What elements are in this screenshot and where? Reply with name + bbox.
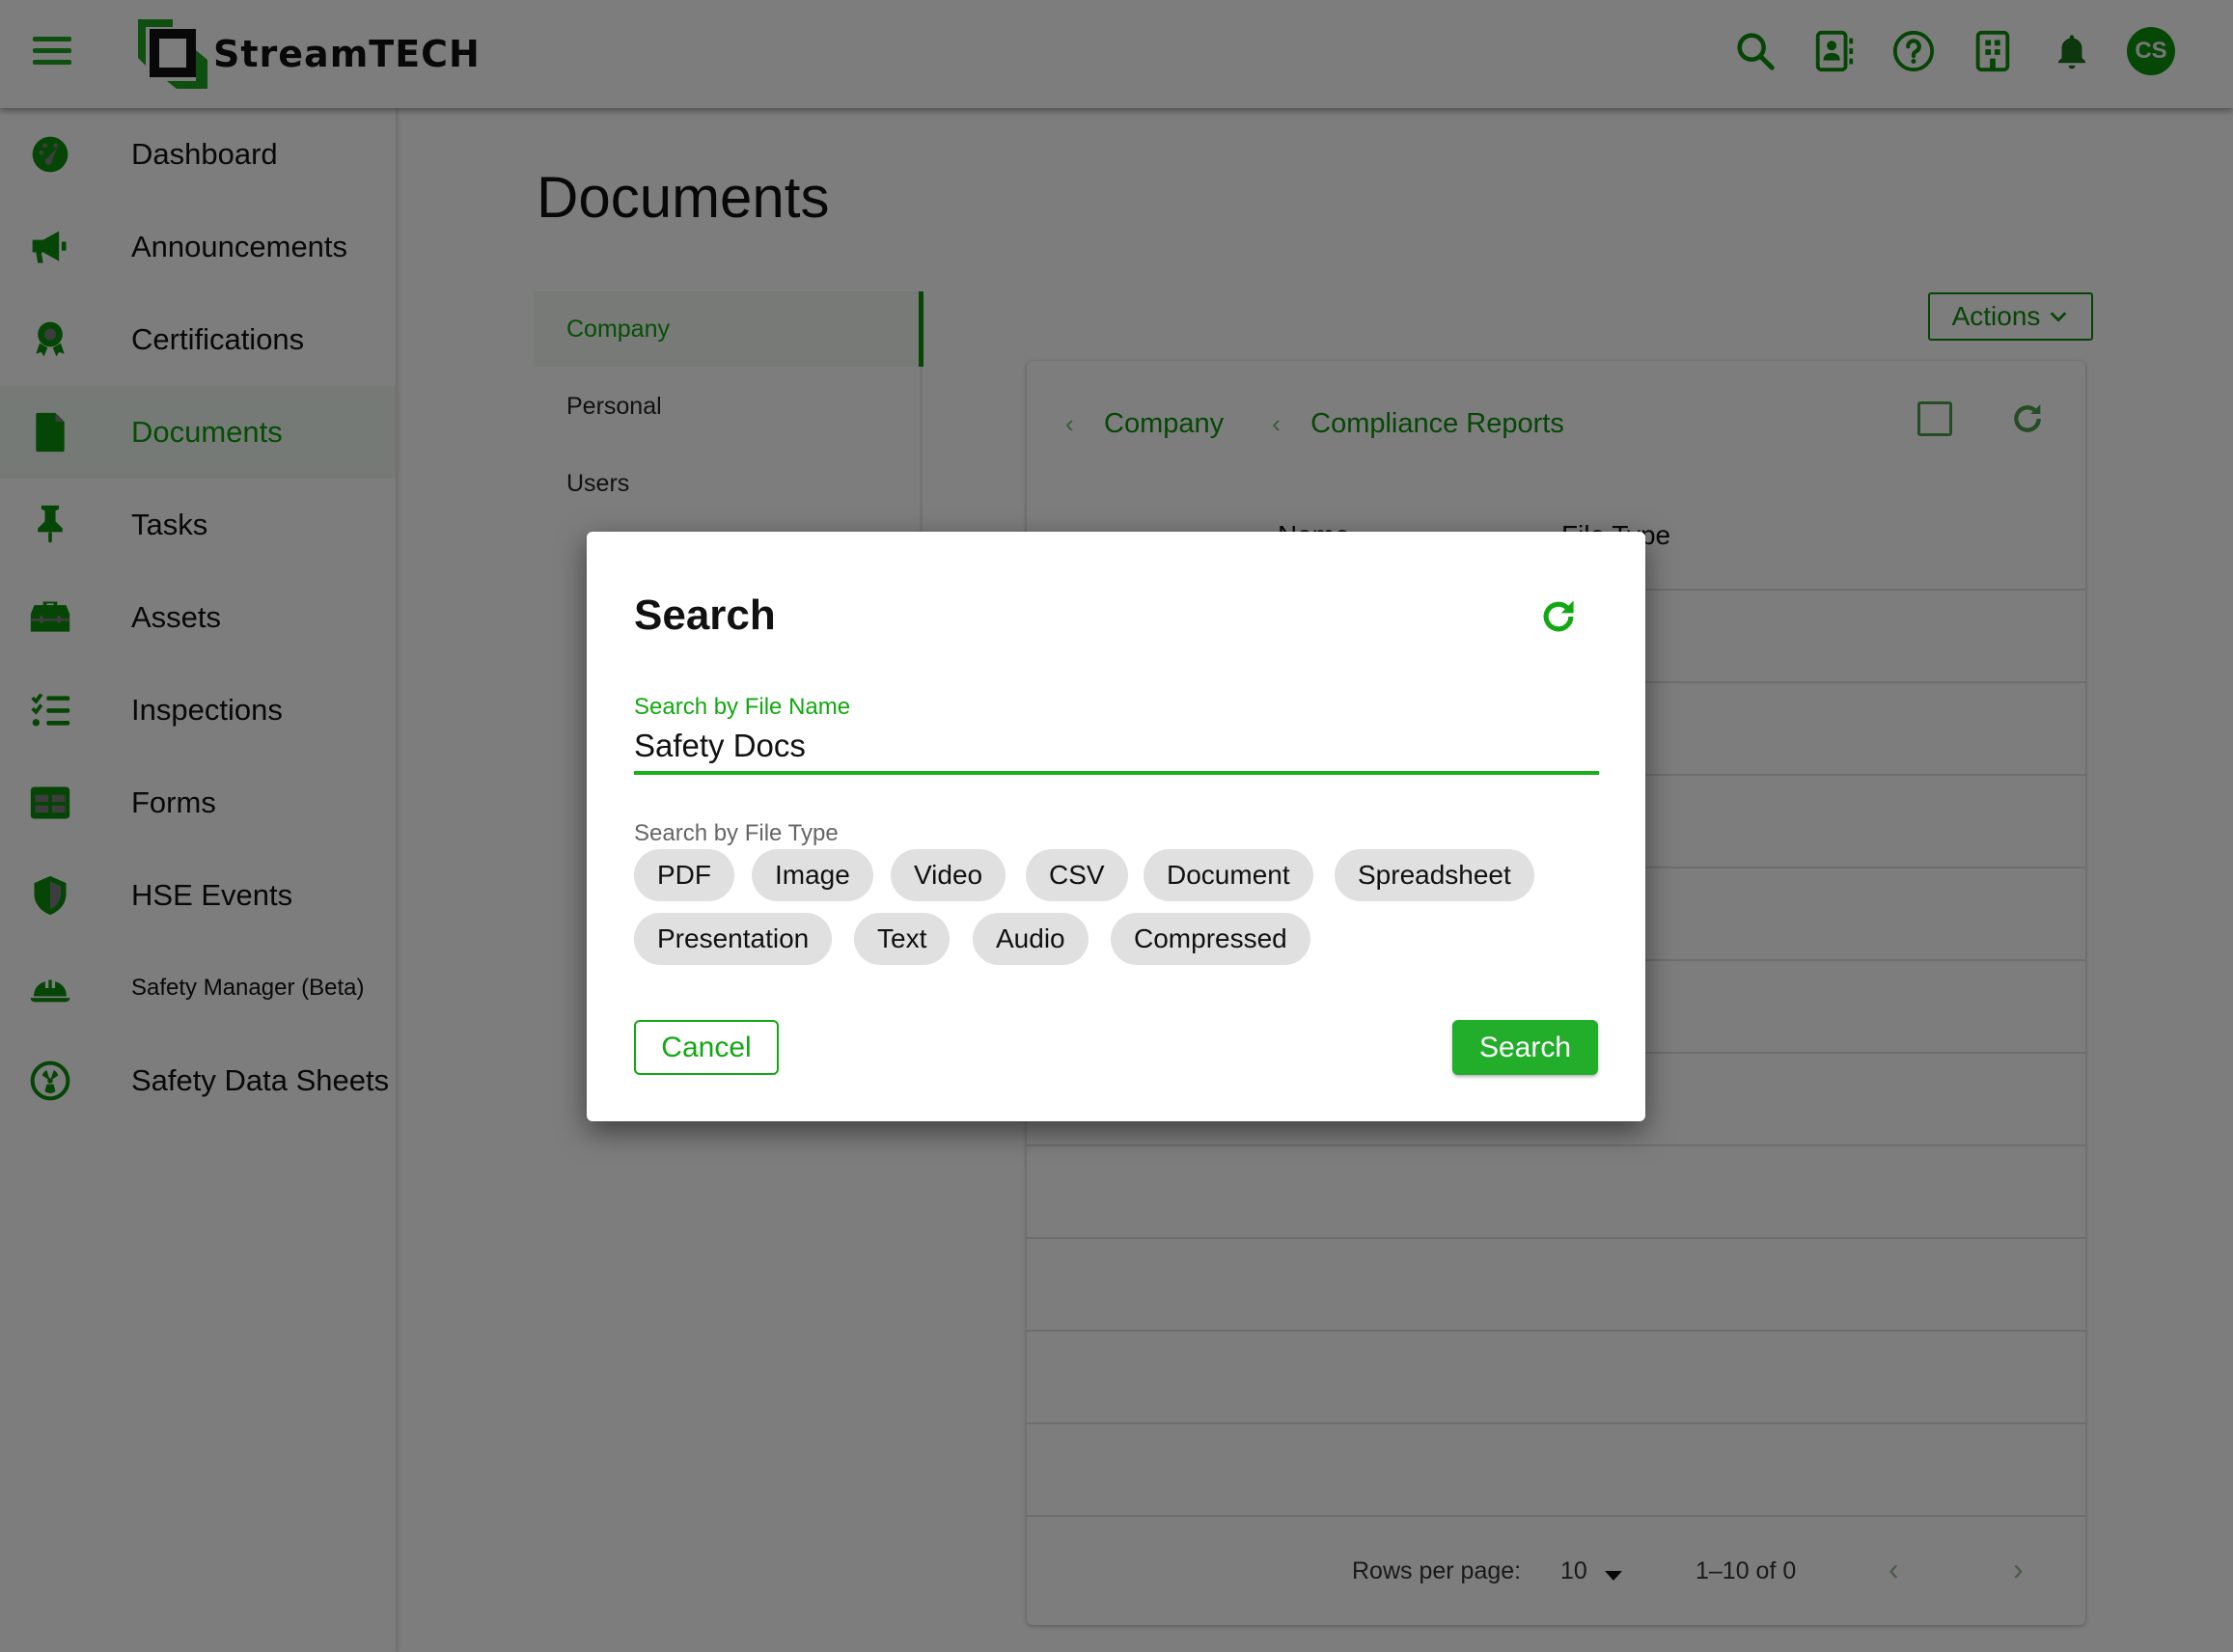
dialog-title: Search [634,592,776,639]
chip-csv[interactable]: CSV [1026,849,1128,901]
chip-text[interactable]: Text [854,913,951,965]
chip-image[interactable]: Image [752,849,873,901]
chip-pdf[interactable]: PDF [634,849,734,901]
chip-audio[interactable]: Audio [973,913,1089,965]
file-name-label: Search by File Name [634,694,851,720]
reset-icon[interactable] [1537,595,1580,638]
chip-video[interactable]: Video [891,849,1006,901]
file-type-label: Search by File Type [634,820,839,846]
chip-spreadsheet[interactable]: Spreadsheet [1335,849,1534,901]
search-button[interactable]: Search [1452,1020,1598,1075]
cancel-button[interactable]: Cancel [634,1020,779,1075]
chip-compressed[interactable]: Compressed [1111,913,1310,965]
file-name-input[interactable] [634,721,1599,775]
chip-presentation[interactable]: Presentation [634,913,833,965]
search-dialog: Search Search by File Name Search by Fil… [587,532,1645,1121]
chip-document[interactable]: Document [1144,849,1313,901]
